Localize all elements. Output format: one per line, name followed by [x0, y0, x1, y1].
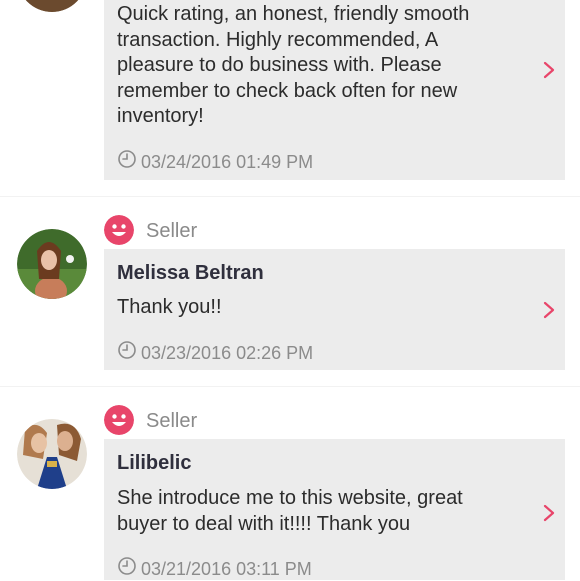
clock-icon: [117, 556, 141, 581]
avatar[interactable]: [17, 419, 87, 489]
avatar[interactable]: [17, 229, 87, 299]
review-text: She introduce me to this website, great …: [117, 487, 463, 535]
clock-icon: [117, 149, 141, 174]
review-text: Quick rating, an honest, friendly smooth…: [117, 3, 470, 128]
smiley-face-icon: [104, 215, 134, 245]
review-date: 03/23/2016 02:26 PM: [141, 342, 314, 363]
review-card[interactable]: Lilibelic She introduce me to this websi…: [104, 439, 565, 580]
chevron-right-icon[interactable]: [541, 503, 557, 523]
review-card[interactable]: Quick rating, an honest, friendly smooth…: [104, 0, 565, 180]
avatar[interactable]: [17, 0, 87, 12]
smiley-face-icon: [104, 405, 134, 435]
review-date: 03/24/2016 01:49 PM: [141, 151, 314, 172]
divider: [0, 386, 580, 387]
chevron-right-icon[interactable]: [541, 60, 557, 80]
review-text: Thank you!!: [117, 296, 222, 318]
role-label: Seller: [146, 410, 198, 432]
review-card[interactable]: Melissa Beltran Thank you!! 03/23/2016 0…: [104, 249, 565, 370]
divider: [0, 196, 580, 197]
review-date-row: 03/23/2016 02:26 PM: [117, 340, 313, 365]
role-label: Seller: [146, 220, 198, 242]
chevron-right-icon[interactable]: [541, 300, 557, 320]
reviewer-name[interactable]: Melissa Beltran: [117, 261, 264, 285]
reviewer-name[interactable]: Lilibelic: [117, 451, 191, 475]
clock-icon: [117, 340, 141, 365]
review-date: 03/21/2016 03:11 PM: [141, 558, 312, 579]
review-date-row: 03/24/2016 01:49 PM: [117, 149, 313, 174]
review-date-row: 03/21/2016 03:11 PM: [117, 556, 312, 581]
